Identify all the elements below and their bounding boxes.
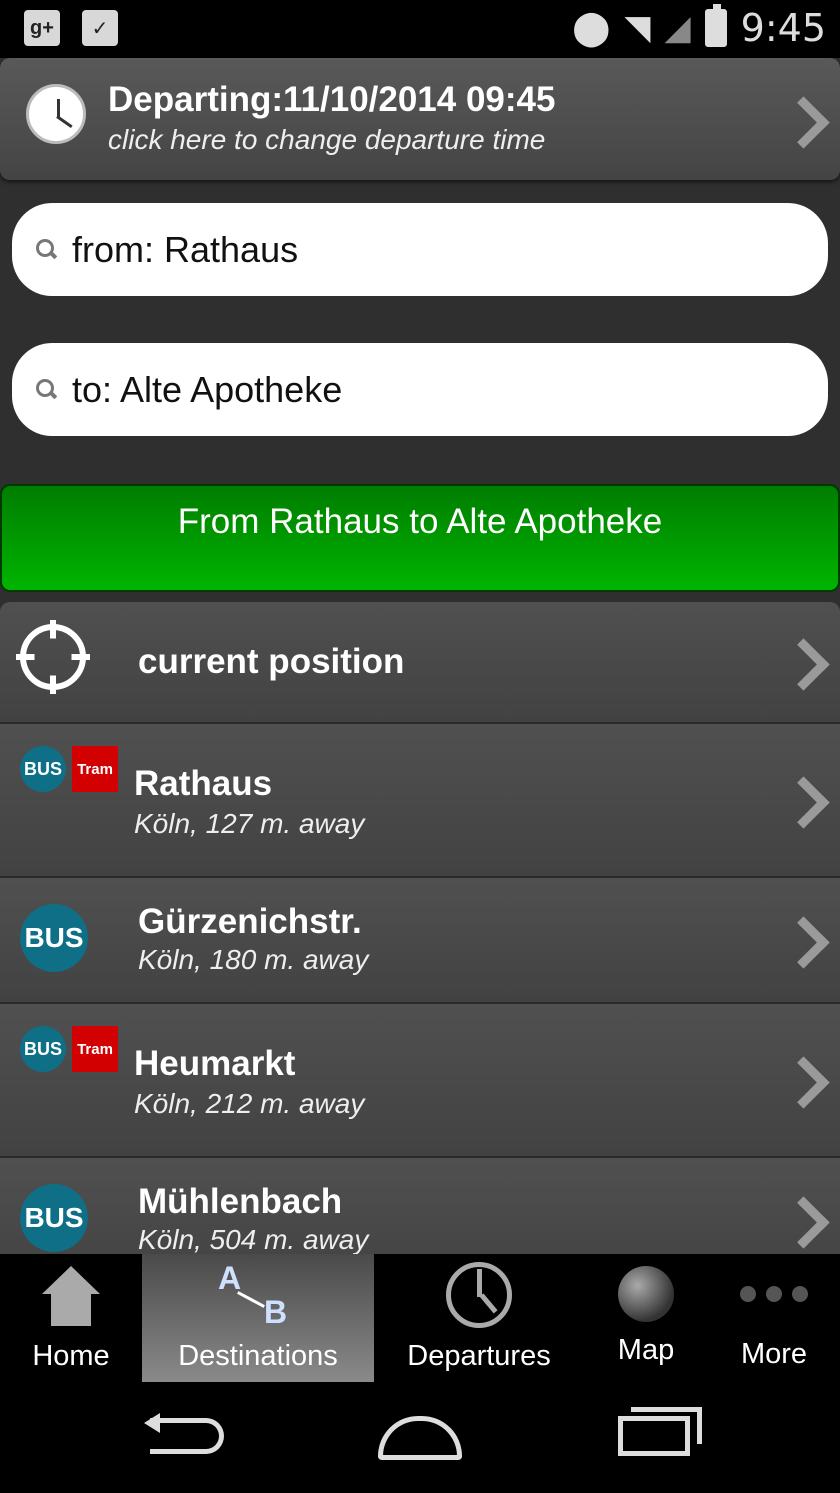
google-plus-icon: g+ — [24, 10, 60, 46]
chevron-right-icon — [777, 96, 830, 149]
bus-badge-icon: BUS — [20, 746, 66, 792]
tab-home-label: Home — [32, 1340, 110, 1372]
tab-departures-label: Departures — [407, 1340, 551, 1372]
tab-destinations-label: Destinations — [178, 1340, 338, 1372]
clock-time: 9:45 — [740, 6, 826, 50]
system-nav-bar — [0, 1382, 840, 1493]
chevron-right-icon — [777, 776, 830, 829]
from-input[interactable] — [70, 227, 774, 272]
home-icon — [42, 1266, 100, 1326]
departure-title: Departing:11/10/2014 09:45 — [108, 80, 556, 119]
list-item[interactable]: BUS Tram Rathaus Köln, 127 m. away — [0, 724, 840, 878]
clock-icon — [26, 84, 86, 144]
status-bar: g+ ✓ ⬤ ◥ ◢ 9:45 — [0, 0, 840, 58]
departures-clock-icon — [446, 1262, 512, 1328]
globe-icon — [618, 1266, 674, 1322]
bus-badge-icon: BUS — [20, 1184, 88, 1252]
tab-more-label: More — [740, 1338, 808, 1370]
stop-name: Mühlenbach — [138, 1182, 343, 1221]
stop-list: current position BUS Tram Rathaus Köln, … — [0, 602, 840, 1254]
departure-time-button[interactable]: Departing:11/10/2014 09:45 click here to… — [0, 58, 840, 180]
wifi-icon: ◥ — [624, 9, 651, 47]
back-icon[interactable] — [144, 1413, 224, 1454]
home-nav-icon[interactable] — [378, 1416, 462, 1460]
cell-signal-icon: ◢ — [664, 9, 691, 47]
bottom-tab-bar: Home A B Destinations Departures Map Mor… — [0, 1254, 840, 1382]
stop-distance: Köln, 504 m. away — [138, 1224, 369, 1254]
current-position-label: current position — [138, 642, 405, 681]
tab-home[interactable]: Home — [0, 1254, 142, 1382]
tab-departures[interactable]: Departures — [374, 1254, 584, 1382]
location-icon: ⬤ — [572, 9, 611, 47]
chevron-right-icon — [777, 916, 830, 969]
find-route-button[interactable]: From Rathaus to Alte Apotheke — [0, 484, 840, 592]
more-dots-icon — [740, 1286, 808, 1302]
search-icon — [36, 378, 58, 401]
chevron-right-icon — [777, 638, 830, 691]
tab-map-label: Map — [617, 1334, 675, 1366]
crosshair-icon — [16, 620, 90, 694]
stop-name: Gürzenichstr. — [138, 902, 362, 941]
status-bar-right: ⬤ ◥ ◢ 9:45 — [572, 4, 826, 50]
tab-destinations[interactable]: A B Destinations — [142, 1254, 374, 1382]
list-item[interactable]: BUS Gürzenichstr. Köln, 180 m. away — [0, 878, 840, 1004]
battery-icon — [704, 4, 727, 47]
list-item[interactable]: BUS Mühlenbach Köln, 504 m. away — [0, 1158, 840, 1254]
stop-name: Rathaus — [134, 764, 273, 803]
departure-subtitle: click here to change departure time — [108, 124, 546, 155]
recent-apps-icon[interactable] — [618, 1407, 702, 1456]
tram-badge-icon: Tram — [72, 1026, 118, 1072]
list-item[interactable]: BUS Tram Heumarkt Köln, 212 m. away — [0, 1004, 840, 1158]
tab-map[interactable]: Map — [584, 1254, 708, 1382]
stop-distance: Köln, 180 m. away — [138, 944, 369, 975]
bus-badge-icon: BUS — [20, 1026, 66, 1072]
from-field[interactable] — [12, 203, 828, 296]
bus-badge-icon: BUS — [20, 904, 88, 972]
tram-badge-icon: Tram — [72, 746, 118, 792]
status-bar-left: g+ ✓ — [24, 10, 118, 46]
to-input[interactable] — [70, 367, 774, 412]
chevron-right-icon — [777, 1056, 830, 1109]
stop-distance: Köln, 127 m. away — [134, 808, 365, 839]
stop-name: Heumarkt — [134, 1044, 296, 1083]
stop-distance: Köln, 212 m. away — [134, 1088, 365, 1119]
shopping-bag-check-icon: ✓ — [82, 10, 118, 46]
a-to-b-icon: A B — [218, 1260, 288, 1330]
to-field[interactable] — [12, 343, 828, 436]
current-position-row[interactable]: current position — [0, 602, 840, 724]
search-icon — [36, 238, 58, 261]
chevron-right-icon — [777, 1196, 830, 1249]
tab-more[interactable]: More — [708, 1254, 840, 1382]
